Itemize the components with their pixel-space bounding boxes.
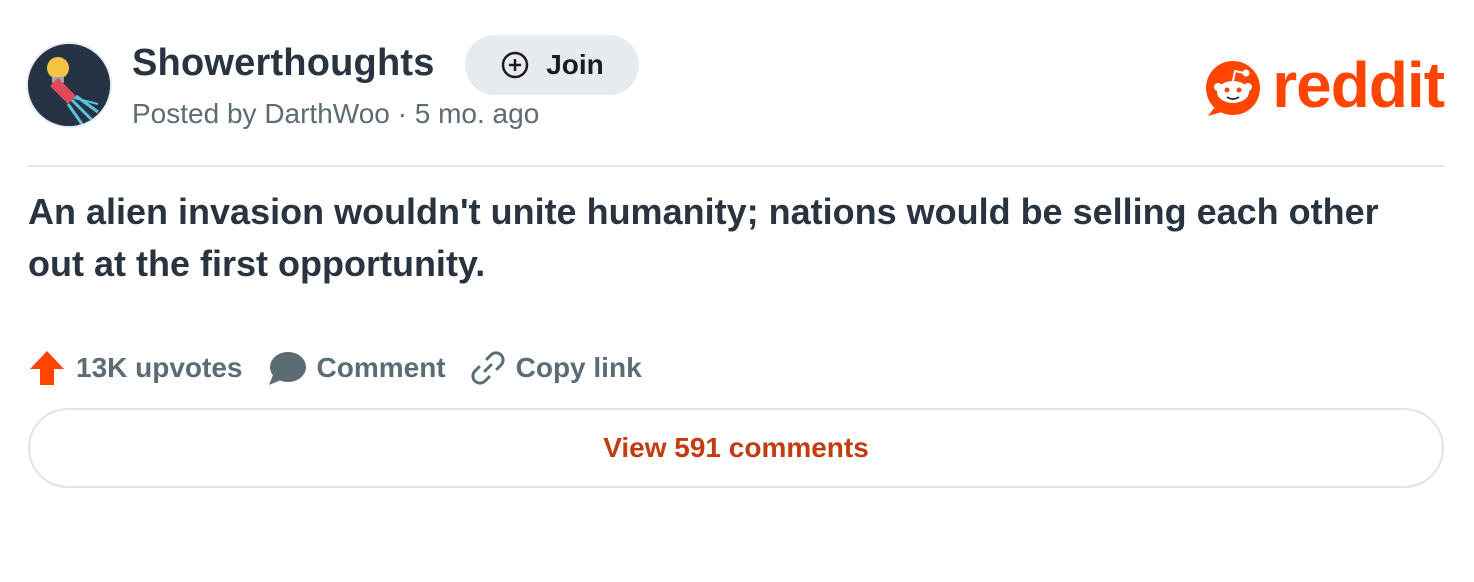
join-button[interactable]: Join — [465, 35, 639, 95]
subreddit-avatar[interactable] — [28, 44, 110, 126]
reddit-wordmark: reddit — [1272, 49, 1445, 121]
plus-circle-icon — [501, 51, 529, 79]
post-card: Showerthoughts Join Posted by DarthWoo ·… — [28, 28, 1445, 488]
view-comments-button[interactable]: View 591 comments — [28, 408, 1444, 488]
comment-bubble-icon — [268, 352, 306, 385]
link-icon — [471, 351, 505, 385]
reddit-logo[interactable]: reddit — [1200, 49, 1445, 121]
posted-by-prefix: Posted by — [132, 98, 257, 129]
upvote-button[interactable]: 13K upvotes — [28, 349, 243, 387]
copy-link-label: Copy link — [515, 352, 642, 383]
copy-link-button[interactable]: Copy link — [470, 350, 642, 386]
lightbulb-shower-icon — [28, 44, 110, 126]
meta-separator: · — [397, 98, 407, 129]
post-header: Showerthoughts Join Posted by DarthWoo ·… — [28, 28, 1445, 134]
header-divider — [28, 165, 1444, 167]
post-meta: Posted by DarthWoo · 5 mo. ago — [132, 98, 539, 130]
snoo-icon — [1206, 61, 1261, 116]
post-age: 5 mo. ago — [414, 98, 540, 129]
join-label: Join — [546, 49, 604, 80]
upvote-count: 13K upvotes — [76, 352, 243, 383]
author-name[interactable]: DarthWoo — [264, 98, 390, 129]
upvote-arrow-icon — [30, 351, 64, 385]
post-title[interactable]: An alien invasion wouldn't unite humanit… — [28, 186, 1438, 290]
action-bar: 13K upvotes Comment Copy link — [28, 346, 642, 390]
subreddit-name[interactable]: Showerthoughts — [132, 42, 435, 85]
comment-label: Comment — [316, 352, 446, 383]
comment-button[interactable]: Comment — [267, 349, 446, 387]
